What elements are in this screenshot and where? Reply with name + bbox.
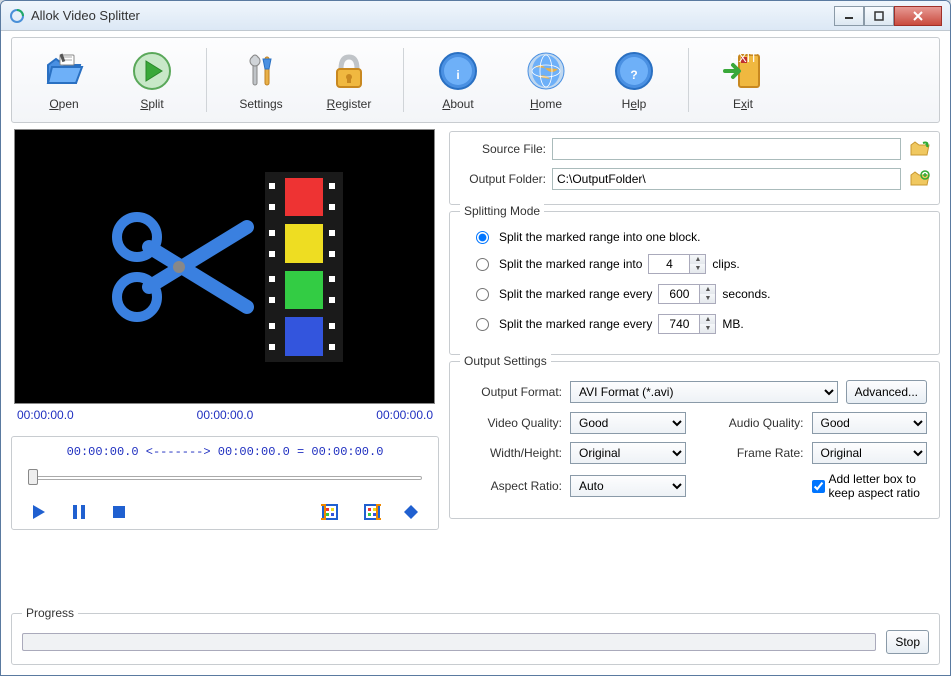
stop-player-button[interactable] xyxy=(108,501,130,523)
video-preview xyxy=(14,129,435,404)
split-clips-label-b: clips. xyxy=(712,257,739,271)
output-format-label: Output Format: xyxy=(462,385,562,399)
split-button[interactable]: Split xyxy=(108,45,196,115)
home-button[interactable]: Home xyxy=(502,45,590,115)
register-label: Register xyxy=(327,97,372,111)
info-icon: i xyxy=(436,49,480,93)
open-label: Open xyxy=(49,97,78,111)
lock-icon xyxy=(327,49,371,93)
close-button[interactable] xyxy=(894,6,942,26)
splitting-mode-title: Splitting Mode xyxy=(460,204,544,218)
aspect-ratio-select[interactable]: Auto xyxy=(570,475,686,497)
split-mb-radio[interactable] xyxy=(476,318,489,331)
split-seconds-label-b: seconds. xyxy=(722,287,770,301)
video-quality-select[interactable]: Good xyxy=(570,412,686,434)
frame-rate-label: Frame Rate: xyxy=(694,446,804,460)
sec-down[interactable]: ▼ xyxy=(700,294,715,303)
filmstrip-icon xyxy=(265,172,343,362)
letterbox-checkbox[interactable] xyxy=(812,480,825,493)
splitting-mode-group: Splitting Mode Split the marked range in… xyxy=(449,211,940,355)
svg-text:?: ? xyxy=(630,68,637,82)
output-folder-label: Output Folder: xyxy=(456,172,546,186)
split-one-block-radio[interactable] xyxy=(476,231,489,244)
timeline-slider[interactable] xyxy=(28,469,422,487)
progress-group: Progress Stop xyxy=(11,613,940,665)
main-toolbar: Open Split Settings Register xyxy=(11,37,940,123)
mb-down[interactable]: ▼ xyxy=(700,324,715,333)
mb-input[interactable] xyxy=(659,315,699,333)
about-label: About xyxy=(442,97,473,111)
audio-quality-select[interactable]: Good xyxy=(812,412,928,434)
about-button[interactable]: i About xyxy=(414,45,502,115)
window-title: Allok Video Splitter xyxy=(31,8,834,23)
app-window: Allok Video Splitter Open Split xyxy=(0,0,951,676)
open-button[interactable]: Open xyxy=(20,45,108,115)
split-clips-radio[interactable] xyxy=(476,258,489,271)
advanced-button[interactable]: Advanced... xyxy=(846,380,927,404)
split-one-block-label: Split the marked range into one block. xyxy=(499,230,700,244)
seconds-input[interactable] xyxy=(659,285,699,303)
home-label: Home xyxy=(530,97,562,111)
play-split-icon xyxy=(130,49,174,93)
help-icon: ? xyxy=(612,49,656,93)
titlebar: Allok Video Splitter xyxy=(1,1,950,31)
output-settings-group: Output Settings Output Format: AVI Forma… xyxy=(449,361,940,519)
split-seconds-radio[interactable] xyxy=(476,288,489,301)
tools-icon xyxy=(239,49,283,93)
letterbox-label: Add letter box to keep aspect ratio xyxy=(829,472,928,500)
clips-down[interactable]: ▼ xyxy=(690,264,705,273)
split-label: Split xyxy=(140,97,163,111)
svg-text:i: i xyxy=(456,68,459,82)
output-settings-title: Output Settings xyxy=(460,354,551,368)
split-seconds-label-a: Split the marked range every xyxy=(499,287,652,301)
progress-bar xyxy=(22,633,876,651)
settings-label: Settings xyxy=(239,97,282,111)
source-file-input[interactable] xyxy=(552,138,901,160)
globe-icon xyxy=(524,49,568,93)
frame-rate-select[interactable]: Original xyxy=(812,442,928,464)
scissors-icon xyxy=(107,197,257,337)
timecode-end: 00:00:00.0 xyxy=(376,408,433,422)
stop-button[interactable]: Stop xyxy=(886,630,929,654)
svg-text:EXIT: EXIT xyxy=(731,51,758,65)
output-folder-input[interactable] xyxy=(552,168,901,190)
exit-icon: EXIT xyxy=(721,49,765,93)
range-display: 00:00:00.0 <-------> 00:00:00.0 = 00:00:… xyxy=(22,445,428,459)
output-format-select[interactable]: AVI Format (*.avi) xyxy=(570,381,838,403)
video-quality-label: Video Quality: xyxy=(462,416,562,430)
clips-up[interactable]: ▲ xyxy=(690,255,705,264)
exit-button[interactable]: EXIT Exit xyxy=(699,45,787,115)
width-height-label: Width/Height: xyxy=(462,446,562,460)
width-height-select[interactable]: Original xyxy=(570,442,686,464)
settings-button[interactable]: Settings xyxy=(217,45,305,115)
clips-count-input[interactable] xyxy=(649,255,689,273)
progress-title: Progress xyxy=(22,606,78,620)
register-button[interactable]: Register xyxy=(305,45,393,115)
split-mb-label-b: MB. xyxy=(722,317,743,331)
play-button[interactable] xyxy=(28,501,50,523)
app-icon xyxy=(9,8,25,24)
split-mb-label-a: Split the marked range every xyxy=(499,317,652,331)
mb-up[interactable]: ▲ xyxy=(700,315,715,324)
player-panel: 00:00:00.0 <-------> 00:00:00.0 = 00:00:… xyxy=(11,436,439,530)
mark-in-button[interactable] xyxy=(320,501,342,523)
minimize-button[interactable] xyxy=(834,6,864,26)
mark-out-button[interactable] xyxy=(360,501,382,523)
audio-quality-label: Audio Quality: xyxy=(694,416,804,430)
sec-up[interactable]: ▲ xyxy=(700,285,715,294)
pause-button[interactable] xyxy=(68,501,90,523)
help-label: Help xyxy=(622,97,647,111)
exit-label: Exit xyxy=(733,97,753,111)
maximize-button[interactable] xyxy=(864,6,894,26)
help-button[interactable]: ? Help xyxy=(590,45,678,115)
browse-source-button[interactable] xyxy=(907,138,933,160)
browse-output-button[interactable] xyxy=(907,168,933,190)
aspect-ratio-label: Aspect Ratio: xyxy=(462,479,562,493)
timecode-current: 00:00:00.0 xyxy=(197,408,254,422)
timecode-start: 00:00:00.0 xyxy=(17,408,74,422)
marker-button[interactable] xyxy=(400,501,422,523)
split-clips-label-a: Split the marked range into xyxy=(499,257,642,271)
source-file-label: Source File: xyxy=(456,142,546,156)
folder-open-icon xyxy=(42,49,86,93)
